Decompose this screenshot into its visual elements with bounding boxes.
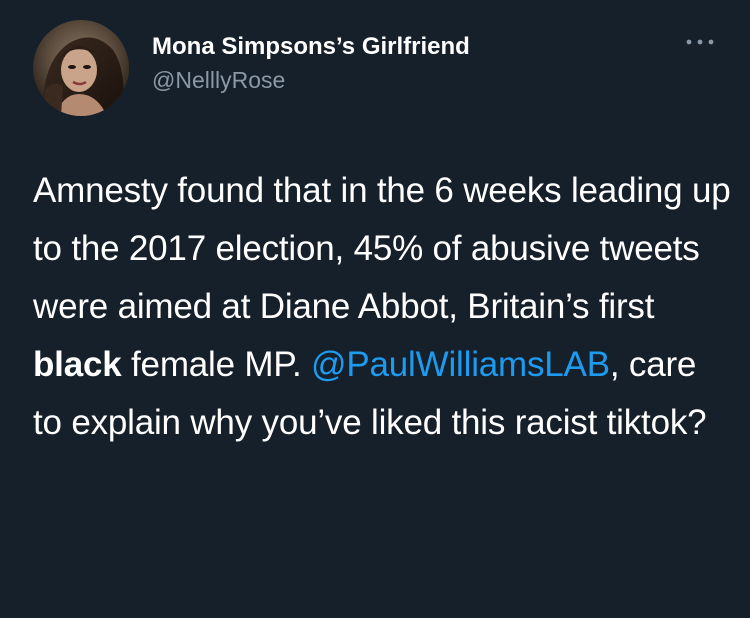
mention-link[interactable]: @PaulWilliamsLAB (311, 345, 610, 384)
tweet-text-part1: Amnesty found that in the 6 weeks leadin… (33, 171, 731, 326)
tweet-text: Amnesty found that in the 6 weeks leadin… (33, 162, 733, 452)
author-display-name[interactable]: Mona Simpsons’s Girlfriend (152, 32, 470, 62)
avatar[interactable] (33, 20, 129, 116)
ellipsis-icon[interactable] (685, 34, 715, 50)
author-names: Mona Simpsons’s Girlfriend @NelllyRose (152, 32, 470, 95)
tweet-text-part2: female MP. (121, 345, 312, 384)
author-handle[interactable]: @NelllyRose (152, 65, 470, 95)
tweet-text-bold: black (33, 345, 122, 384)
avatar-image (33, 20, 129, 116)
tweet-card: Mona Simpsons’s Girlfriend @NelllyRose A… (0, 0, 750, 618)
tweet-header: Mona Simpsons’s Girlfriend @NelllyRose (33, 20, 723, 116)
